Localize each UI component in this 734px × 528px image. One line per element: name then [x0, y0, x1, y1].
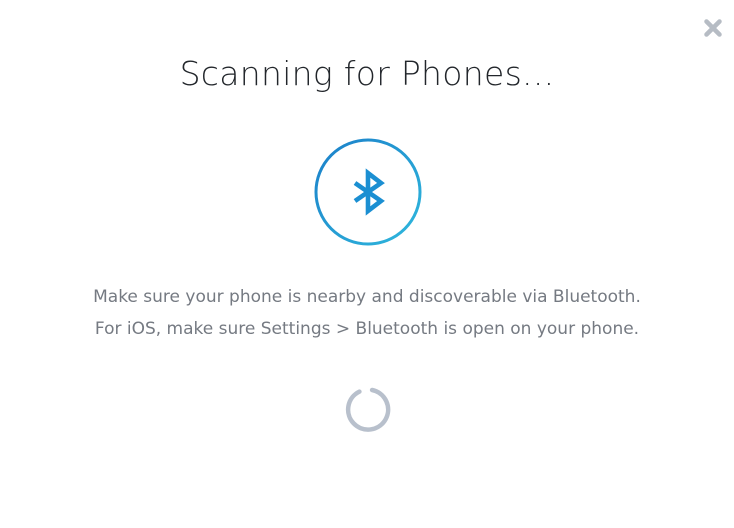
instruction-text-nearby: Make sure your phone is nearby and disco…	[93, 287, 641, 307]
bluetooth-icon	[353, 168, 385, 216]
close-x-icon[interactable]	[703, 18, 723, 38]
scanning-dialog: Scanning for Phones... Make sure your ph…	[0, 0, 734, 528]
spinner-icon	[345, 387, 391, 432]
bluetooth-status-ring	[314, 138, 422, 246]
dialog-title: Scanning for Phones...	[179, 54, 555, 93]
instruction-text-ios: For iOS, make sure Settings > Bluetooth …	[94, 319, 640, 339]
close-button[interactable]	[701, 16, 725, 40]
